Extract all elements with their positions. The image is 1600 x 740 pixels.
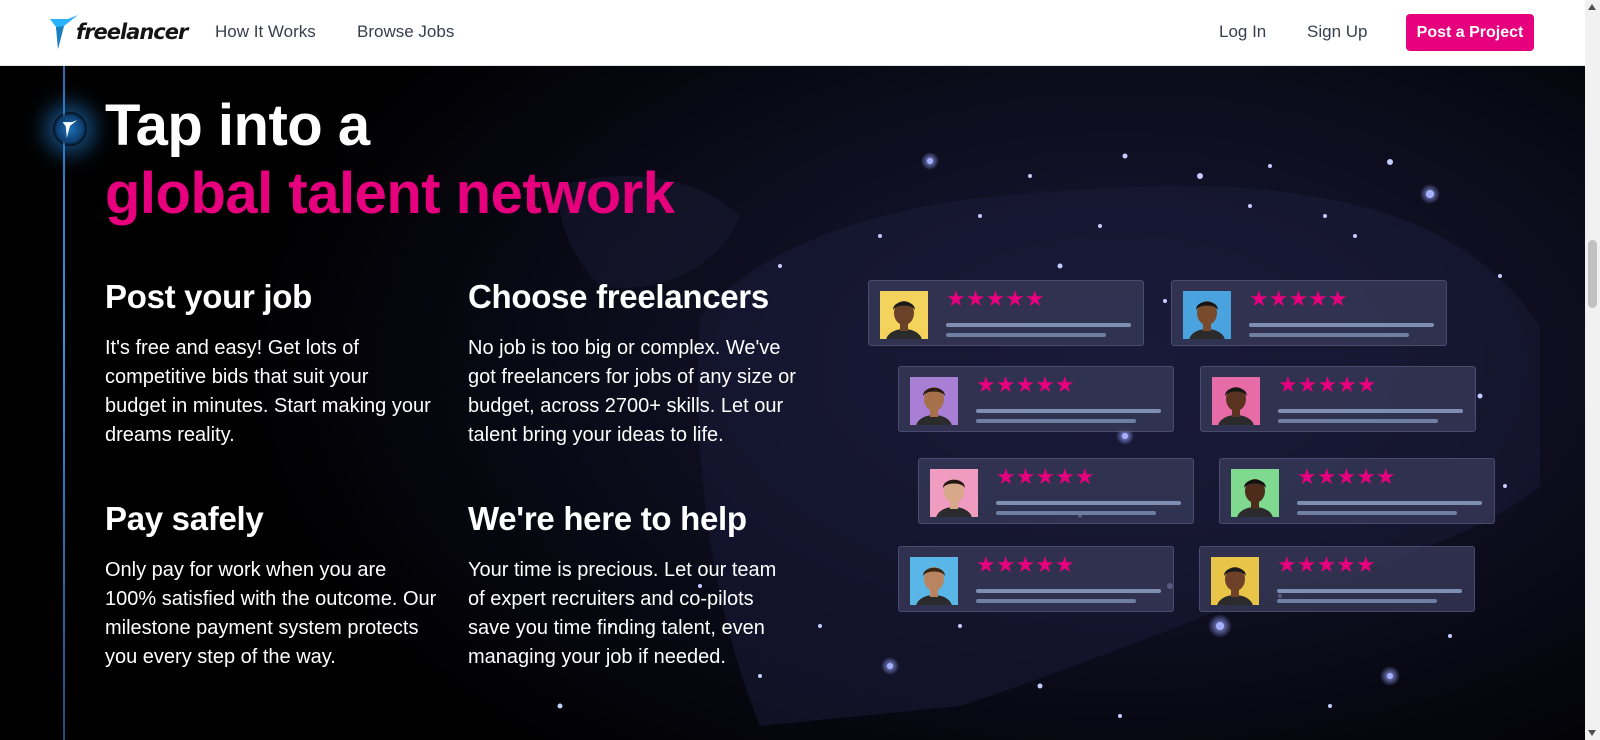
feature-text: No job is too big or complex. We've got … <box>468 337 796 446</box>
placeholder-text-line <box>976 419 1136 423</box>
freelancer-avatar <box>910 557 958 605</box>
freelancer-avatar <box>1231 469 1279 517</box>
feature-pay-safely: Pay safely Only pay for work when you ar… <box>105 500 440 672</box>
placeholder-text-line <box>1277 599 1437 603</box>
freelancer-avatar <box>930 469 978 517</box>
placeholder-text-line <box>976 589 1161 593</box>
freelancer-card: ★★★★★ <box>1199 546 1475 612</box>
talent-network-section: Tap into a global talent network Post yo… <box>0 66 1585 740</box>
hero-title-line1: Tap into a <box>105 93 370 158</box>
rating-stars: ★★★★★ <box>976 553 1075 578</box>
placeholder-text-line <box>946 323 1131 327</box>
rating-stars: ★★★★★ <box>1249 287 1348 312</box>
feature-choose-freelancers: Choose freelancers No job is too big or … <box>468 278 798 450</box>
scroll-thumb[interactable] <box>1588 240 1597 308</box>
feature-text: Only pay for work when you are 100% sati… <box>105 559 437 668</box>
freelancer-card: ★★★★★ <box>868 280 1144 346</box>
rating-stars: ★★★★★ <box>1278 373 1377 398</box>
feature-text: It's free and easy! Get lots of competit… <box>105 337 431 446</box>
freelancer-card: ★★★★★ <box>898 546 1174 612</box>
freelancer-logo[interactable]: freelancer <box>50 14 188 50</box>
feature-heading: Choose freelancers <box>468 278 769 315</box>
nav-log-in[interactable]: Log In <box>1219 22 1266 42</box>
placeholder-text-line <box>1249 333 1409 337</box>
feature-post-job: Post your job It's free and easy! Get lo… <box>105 278 435 450</box>
placeholder-text-line <box>1277 589 1462 593</box>
timeline-line <box>63 66 65 740</box>
freelancer-card: ★★★★★ <box>918 458 1194 524</box>
placeholder-text-line <box>1297 511 1457 515</box>
post-project-button[interactable]: Post a Project <box>1406 14 1534 51</box>
placeholder-text-line <box>976 599 1136 603</box>
feature-heading: Post your job <box>105 278 312 315</box>
scroll-up-arrow-icon[interactable] <box>1588 4 1596 10</box>
placeholder-text-line <box>946 333 1106 337</box>
scroll-down-arrow-icon[interactable] <box>1588 730 1596 736</box>
freelancer-avatar <box>1211 557 1259 605</box>
feature-heading: Pay safely <box>105 500 264 537</box>
placeholder-text-line <box>996 501 1181 505</box>
placeholder-text-line <box>996 511 1156 515</box>
nav-how-it-works[interactable]: How It Works <box>215 22 316 42</box>
nav-browse-jobs[interactable]: Browse Jobs <box>357 22 454 42</box>
rating-stars: ★★★★★ <box>996 465 1095 490</box>
freelancer-card: ★★★★★ <box>1171 280 1447 346</box>
placeholder-text-line <box>1278 419 1438 423</box>
placeholder-text-line <box>1249 323 1434 327</box>
page-scrollbar[interactable] <box>1585 0 1600 740</box>
logo-text: freelancer <box>76 20 188 44</box>
freelancer-card: ★★★★★ <box>898 366 1174 432</box>
feature-heading: We're here to help <box>468 500 747 537</box>
freelancer-avatar <box>880 291 928 339</box>
placeholder-text-line <box>976 409 1161 413</box>
rating-stars: ★★★★★ <box>946 287 1045 312</box>
placeholder-text-line <box>1278 409 1463 413</box>
rating-stars: ★★★★★ <box>976 373 1075 398</box>
freelancer-avatar <box>1183 291 1231 339</box>
feature-here-to-help: We're here to help Your time is precious… <box>468 500 798 672</box>
hero-title-line2: global talent network <box>105 161 675 226</box>
rating-stars: ★★★★★ <box>1297 465 1396 490</box>
nav-sign-up[interactable]: Sign Up <box>1307 22 1367 42</box>
freelancer-avatar <box>1212 377 1260 425</box>
freelancer-card: ★★★★★ <box>1200 366 1476 432</box>
top-navbar: freelancer How It Works Browse Jobs Log … <box>0 0 1585 66</box>
feature-text: Your time is precious. Let our team of e… <box>468 559 777 668</box>
rating-stars: ★★★★★ <box>1277 553 1376 578</box>
timeline-marker-icon <box>53 112 87 146</box>
freelancer-card: ★★★★★ <box>1219 458 1495 524</box>
placeholder-text-line <box>1297 501 1482 505</box>
freelancer-avatar <box>910 377 958 425</box>
freelancer-bird-icon <box>50 15 78 49</box>
